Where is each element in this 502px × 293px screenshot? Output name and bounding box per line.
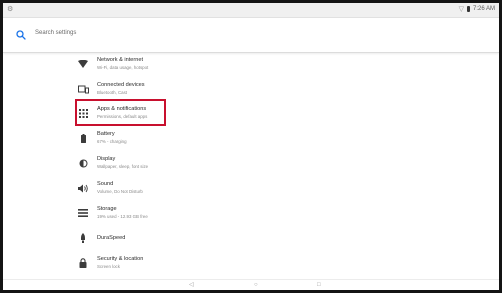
battery-icon	[77, 132, 89, 144]
highlight-box	[75, 99, 166, 126]
settings-item-security[interactable]: Security & location Screen lock	[3, 252, 499, 276]
search-icon	[16, 30, 26, 40]
settings-item-storage[interactable]: Storage 19% used - 12.93 GB free	[3, 202, 499, 226]
search-input[interactable]: Search settings	[35, 30, 76, 36]
settings-item-subtitle: 19% used - 12.93 GB free	[97, 214, 148, 219]
devices-icon	[77, 83, 89, 95]
settings-item-battery[interactable]: Battery 67% - charging	[3, 127, 499, 151]
android-settings-screen: ⚙ ▽ 7:26 AM Search settings Network & in…	[3, 3, 499, 290]
settings-item-title: DuraSpeed	[97, 235, 126, 241]
back-button[interactable]: ◁	[189, 282, 194, 289]
status-bar: ⚙ ▽ 7:26 AM	[3, 3, 499, 18]
battery-icon	[466, 6, 470, 12]
recents-button[interactable]: □	[317, 282, 321, 289]
android-notification-icon: ⚙	[7, 6, 14, 13]
settings-item-title: Network & internet	[97, 57, 144, 63]
status-time: 7:26 AM	[472, 6, 495, 12]
settings-item-subtitle: Wi-Fi, data usage, hotspot	[97, 65, 149, 70]
settings-item-duraspeed[interactable]: DuraSpeed	[3, 227, 499, 251]
settings-item-display[interactable]: Display Wallpaper, sleep, font size	[3, 152, 499, 176]
home-button[interactable]: ○	[254, 282, 258, 289]
status-indicators: ▽ 7:26 AM	[459, 5, 495, 13]
lock-icon	[77, 257, 89, 269]
settings-item-title: Sound	[97, 181, 114, 187]
settings-item-title: Battery	[97, 131, 115, 137]
settings-item-subtitle: Wallpaper, sleep, font size	[97, 164, 149, 169]
wifi-icon	[77, 58, 89, 70]
search-bar[interactable]: Search settings	[3, 18, 499, 53]
speaker-icon	[77, 182, 89, 194]
wifi-icon: ▽	[458, 6, 464, 13]
settings-item-sound[interactable]: Sound Volume, Do Not Disturb	[3, 177, 499, 201]
settings-item-subtitle: Screen lock	[97, 264, 120, 269]
settings-item-network[interactable]: Network & internet Wi-Fi, data usage, ho…	[3, 53, 499, 77]
navigation-bar: ◁ ○ □	[3, 279, 499, 290]
settings-item-subtitle: 67% - charging	[97, 139, 127, 144]
settings-item-title: Storage	[97, 206, 117, 212]
settings-item-title: Display	[97, 156, 116, 162]
storage-icon	[77, 207, 89, 219]
rocket-icon	[77, 232, 89, 244]
settings-item-subtitle: Bluetooth, Cast	[97, 90, 128, 95]
settings-item-title: Connected devices	[97, 82, 145, 88]
settings-item-subtitle: Volume, Do Not Disturb	[97, 189, 143, 194]
brightness-icon	[77, 157, 89, 169]
settings-item-title: Security & location	[97, 256, 144, 262]
